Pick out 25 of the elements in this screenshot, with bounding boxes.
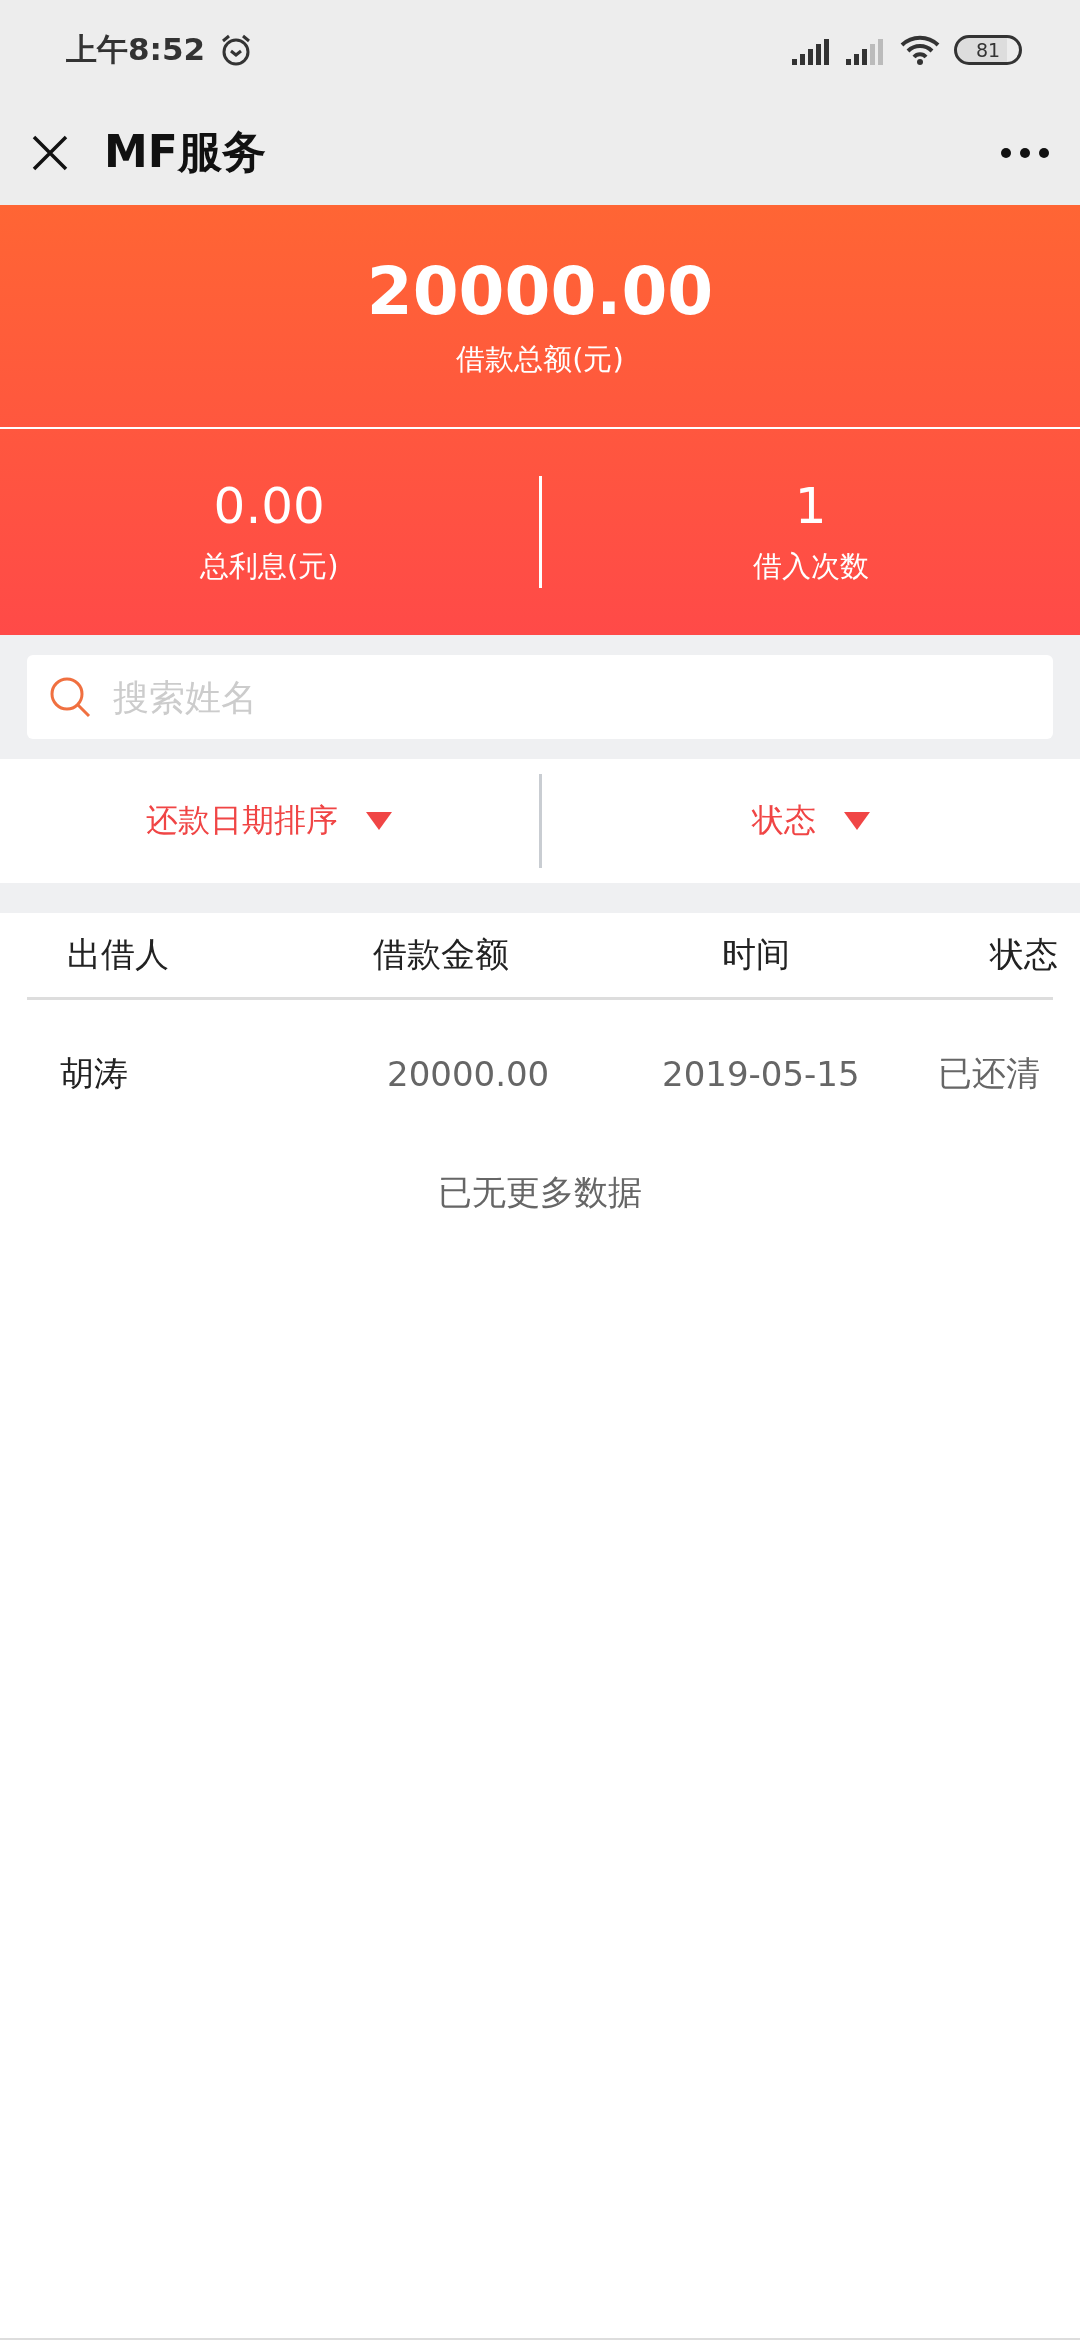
- table-cell-text: 20000.00: [386, 1054, 551, 1094]
- total-amount: 20000.00: [366, 252, 714, 330]
- table-cell-text: 胡涛: [59, 1052, 129, 1095]
- more-button[interactable]: [1000, 146, 1050, 159]
- stat-label: 借入次数: [752, 548, 869, 585]
- dropdown-arrow-icon: [366, 812, 393, 830]
- column-header: 出借人: [66, 933, 170, 976]
- filter-dropdown[interactable]: 还款日期排序: [0, 798, 539, 844]
- page-title: MF服务: [104, 125, 266, 179]
- stat-label: 总利息(元): [199, 548, 339, 585]
- no-more-data-text: 已无更多数据: [438, 1172, 642, 1212]
- stat-value: 0.00: [213, 477, 325, 535]
- search-icon: [49, 676, 91, 718]
- status-time: 上午8:52: [66, 30, 206, 69]
- column-header: 借款金额: [372, 933, 510, 976]
- dropdown-arrow-icon: [843, 812, 870, 830]
- table-cell-text: 2019-05-15: [661, 1054, 861, 1094]
- table-cell-text: 已还清: [937, 1052, 1041, 1095]
- stat-value: 1: [794, 477, 827, 535]
- filter-dropdown[interactable]: 状态: [541, 798, 1080, 844]
- column-header: 时间: [721, 933, 791, 976]
- battery-indicator: 81: [954, 35, 1022, 65]
- column-header: 状态: [988, 933, 1058, 976]
- total-label: 借款总额(元): [456, 340, 624, 378]
- wifi-icon: [900, 35, 940, 65]
